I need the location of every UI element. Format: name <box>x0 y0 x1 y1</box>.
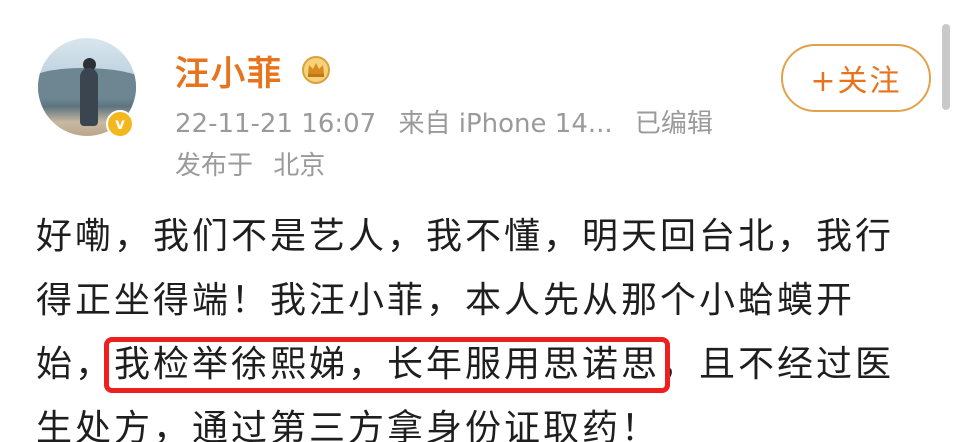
scrollbar[interactable] <box>942 24 950 110</box>
post-text-line: 生处方，通过第三方拿身份证取药！ <box>36 408 661 442</box>
author-name[interactable]: 汪小菲 <box>175 46 283 95</box>
verified-badge-icon: v <box>106 110 134 138</box>
location-name: 北京 <box>273 151 326 181</box>
post-meta: 22-11-21 16:07 来自 iPhone 14... 已编辑 <box>175 103 727 140</box>
highlighted-text-content: 我检举徐熙娣，长年服用思诺思 <box>114 344 661 385</box>
vip-crown-icon <box>302 56 330 84</box>
post-text-fragment: 始， <box>36 344 115 385</box>
post-text-line: 好嘞，我们不是艺人，我不懂，明天回台北，我行 <box>36 216 895 257</box>
post-text-line: 得正坐得端！我汪小菲，本人先从那个小蛤蟆开 <box>36 280 856 321</box>
post-date: 22-11-21 16:07 <box>175 109 377 139</box>
post-text-fragment: ，且不经过医 <box>660 344 895 385</box>
post-body: 好嘞，我们不是艺人，我不懂，明天回台北，我行 得正坐得端！我汪小菲，本人先从那个… <box>36 205 936 442</box>
edited-label[interactable]: 已编辑 <box>635 109 713 139</box>
location-prefix: 发布于 <box>175 151 254 181</box>
post-location: 发布于 北京 <box>175 145 337 182</box>
follow-button[interactable]: +关注 <box>781 44 931 112</box>
highlighted-text: 我检举徐熙娣，长年服用思诺思 <box>104 333 671 397</box>
weibo-post: v 汪小菲 22-11-21 16:07 来自 iPhone 14... 已编辑… <box>0 0 960 442</box>
post-text-line: 始，我检举徐熙娣，长年服用思诺思 ，且不经过医 <box>36 333 936 397</box>
post-source[interactable]: 来自 iPhone 14... <box>398 109 612 139</box>
avatar-figure <box>80 68 98 126</box>
